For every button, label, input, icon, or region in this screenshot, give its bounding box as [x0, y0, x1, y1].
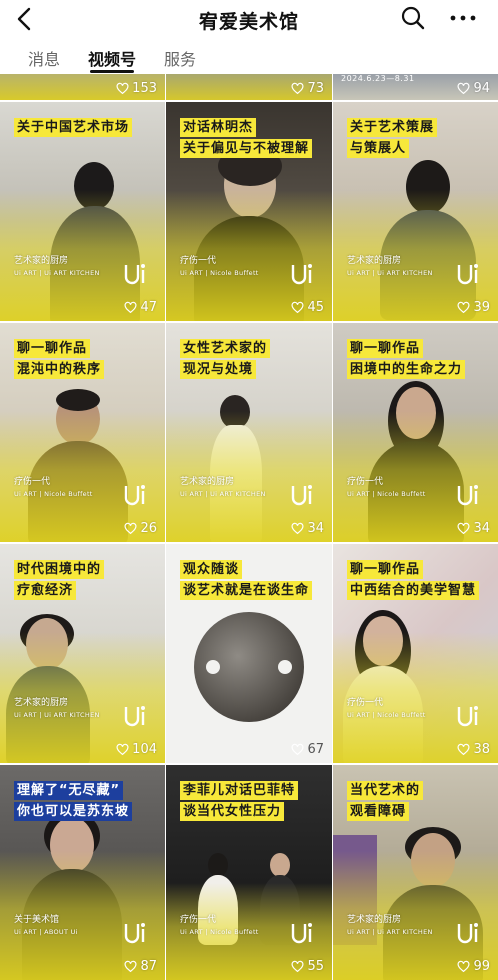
ui-logo-icon [124, 706, 145, 727]
series-label: 艺术家的厨房 Ui ART | Ui ART KITCHEN [180, 477, 266, 498]
series-label: 艺术家的厨房 Ui ART | Ui ART KITCHEN [14, 256, 100, 277]
video-tile[interactable]: 理解了“无尽藏” 你也可以是苏东坡 关于美术馆 Ui ART | ABOUT Ui… [0, 765, 165, 980]
video-tile[interactable]: 关于艺术策展 与策展人 艺术家的厨房 Ui ART | Ui ART KITCHE… [333, 102, 498, 321]
video-caption: 当代艺术的 观看障碍 [347, 781, 424, 823]
like-count: 73 [291, 81, 324, 96]
video-caption: 女性艺术家的 现况与处境 [180, 339, 271, 381]
tab-channels[interactable]: 视频号 [88, 46, 136, 70]
like-count: 67 [291, 742, 324, 757]
heart-icon [457, 301, 470, 314]
video-caption: 关于中国艺术市场 [14, 118, 133, 139]
video-caption: 聊一聊作品 混沌中的秩序 [14, 339, 105, 381]
video-tile[interactable]: 当代艺术的 观看障碍 艺术家的厨房 Ui ART | Ui ART KITCHEN… [333, 765, 498, 980]
heart-icon [457, 960, 470, 973]
search-icon[interactable] [400, 5, 426, 31]
heart-icon [116, 82, 129, 95]
series-label: 疗伤一代 Ui ART | Nicole Buffett [14, 477, 93, 498]
heart-icon [291, 522, 304, 535]
video-caption: 关于艺术策展 与策展人 [347, 118, 438, 160]
heart-icon [124, 960, 137, 973]
like-count: 99 [457, 959, 490, 974]
more-icon[interactable] [448, 6, 478, 30]
heart-icon [457, 82, 470, 95]
like-count: 153 [116, 81, 157, 96]
ui-logo-icon [291, 264, 312, 285]
heart-icon [124, 522, 137, 535]
tab-bar: 消息 视频号 服务 [0, 40, 498, 74]
active-tab-indicator [90, 70, 134, 73]
video-tile[interactable]: 73 [166, 74, 332, 100]
heart-icon [457, 522, 470, 535]
video-caption: 聊一聊作品 困境中的生命之力 [347, 339, 466, 381]
heart-icon [291, 301, 304, 314]
video-tile[interactable]: 李菲儿对话巴菲特 谈当代女性压力 疗伤一代 Ui ART | Nicole Buf… [166, 765, 332, 980]
like-count: 47 [124, 300, 157, 315]
series-label: 疗伤一代 Ui ART | Nicole Buffett [347, 698, 426, 719]
series-label: 疗伤一代 Ui ART | Nicole Buffett [347, 477, 426, 498]
ui-logo-icon [457, 706, 478, 727]
video-tile[interactable]: 观众随谈 谈艺术就是在谈生命 67 [166, 544, 332, 763]
like-count: 45 [291, 300, 324, 315]
series-label: 疗伤一代 Ui ART | Nicole Buffett [180, 915, 259, 936]
tab-messages[interactable]: 消息 [28, 46, 60, 70]
ui-logo-icon [457, 485, 478, 506]
top-bar: 宥爱美术馆 [0, 0, 498, 40]
video-caption: 观众随谈 谈艺术就是在谈生命 [180, 560, 313, 602]
video-caption: 时代困境中的 疗愈经济 [14, 560, 105, 602]
series-label: 关于美术馆 Ui ART | ABOUT Ui [14, 915, 78, 936]
video-tile[interactable]: 聊一聊作品 中西结合的美学智慧 疗伤一代 Ui ART | Nicole Buff… [333, 544, 498, 763]
like-count: 104 [116, 742, 157, 757]
like-count: 87 [124, 959, 157, 974]
like-count: 26 [124, 521, 157, 536]
series-label: 艺术家的厨房 Ui ART | Ui ART KITCHEN [14, 698, 100, 719]
ui-logo-icon [291, 485, 312, 506]
video-tile[interactable]: 聊一聊作品 困境中的生命之力 疗伤一代 Ui ART | Nicole Buffe… [333, 323, 498, 542]
video-tile[interactable]: 关于中国艺术市场 艺术家的厨房 Ui ART | Ui ART KITCHEN 4… [0, 102, 165, 321]
heart-icon [457, 743, 470, 756]
video-tile[interactable]: 女性艺术家的 现况与处境 艺术家的厨房 Ui ART | Ui ART KITCH… [166, 323, 332, 542]
video-caption: 聊一聊作品 中西结合的美学智慧 [347, 560, 480, 602]
video-tile[interactable]: 时代困境中的 疗愈经济 艺术家的厨房 Ui ART | Ui ART KITCHE… [0, 544, 165, 763]
heart-icon [116, 743, 129, 756]
like-count: 34 [291, 521, 324, 536]
video-tile[interactable]: 聊一聊作品 混沌中的秩序 疗伤一代 Ui ART | Nicole Buffett… [0, 323, 165, 542]
ui-logo-icon [457, 264, 478, 285]
video-caption: 理解了“无尽藏” 你也可以是苏东坡 [14, 781, 133, 823]
ui-logo-icon [457, 923, 478, 944]
heart-icon [124, 301, 137, 314]
exhibition-banner: 2024.6.23—8.31 [341, 74, 415, 83]
heart-icon [291, 82, 304, 95]
series-label: 疗伤一代 Ui ART | Nicole Buffett [180, 256, 259, 277]
like-count: 38 [457, 742, 490, 757]
like-count: 94 [457, 81, 490, 96]
video-caption: 对话林明杰 关于偏见与不被理解 [180, 118, 313, 160]
series-label: 艺术家的厨房 Ui ART | Ui ART KITCHEN [347, 915, 433, 936]
video-tile[interactable]: 153 [0, 74, 165, 100]
ui-logo-icon [124, 485, 145, 506]
heart-icon [291, 960, 304, 973]
artwork-disc [194, 612, 304, 722]
like-count: 55 [291, 959, 324, 974]
ui-logo-icon [124, 923, 145, 944]
like-count: 39 [457, 300, 490, 315]
ui-logo-icon [124, 264, 145, 285]
series-label: 艺术家的厨房 Ui ART | Ui ART KITCHEN [347, 256, 433, 277]
tab-fade [190, 40, 250, 74]
like-count: 34 [457, 521, 490, 536]
video-caption: 李菲儿对话巴菲特 谈当代女性压力 [180, 781, 299, 823]
heart-icon [291, 743, 304, 756]
ui-logo-icon [291, 923, 312, 944]
video-grid: 153 73 2024.6.23—8.31 94 关于中国艺术市场 艺术家的厨房… [0, 74, 498, 980]
video-tile[interactable]: 2024.6.23—8.31 94 [333, 74, 498, 100]
video-tile[interactable]: 对话林明杰 关于偏见与不被理解 疗伤一代 Ui ART | Nicole Buff… [166, 102, 332, 321]
